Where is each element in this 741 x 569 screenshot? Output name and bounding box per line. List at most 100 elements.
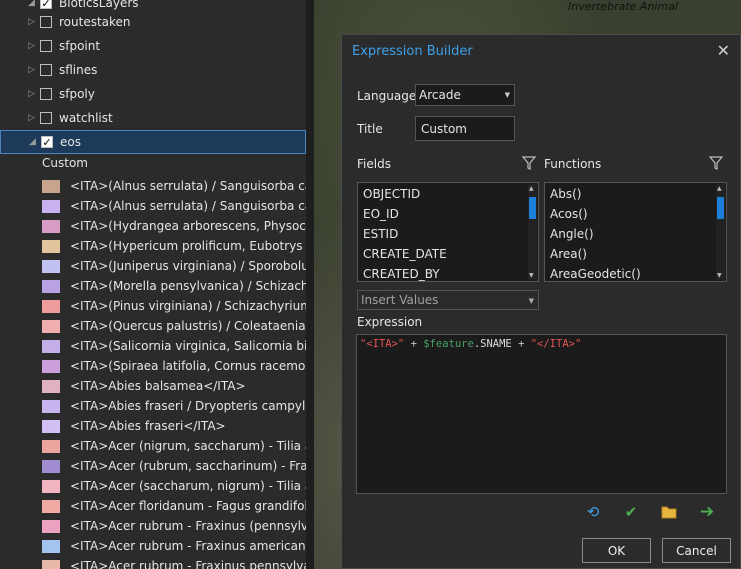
symbol-row[interactable]: <ITA>Acer floridanum - Fagus grandifolia… xyxy=(42,496,306,516)
cancel-button[interactable]: Cancel xyxy=(662,538,731,563)
layer-row[interactable]: ▷ routestaken xyxy=(0,10,306,34)
symbol-row[interactable]: <ITA>(Morella pensylvanica) / Schizachyr… xyxy=(42,276,306,296)
list-item[interactable]: AreaGeodetic() xyxy=(545,264,726,281)
symbol-swatch[interactable] xyxy=(42,479,60,493)
symbol-row[interactable]: <ITA>(Hypericum prolificum, Eubotrys rac… xyxy=(42,236,306,256)
expand-icon[interactable]: ▷ xyxy=(28,17,40,27)
symbol-swatch[interactable] xyxy=(42,559,60,569)
symbol-swatch[interactable] xyxy=(42,239,60,253)
layer-checkbox[interactable] xyxy=(40,112,52,124)
fields-scrollbar[interactable]: ▲ ▼ xyxy=(528,184,537,280)
collapse-icon[interactable]: ◢ xyxy=(29,137,41,147)
layer-row[interactable]: ◢ ✓ eos xyxy=(0,130,306,154)
expression-editor[interactable]: "<ITA>" + $feature.SNAME + "</ITA>" xyxy=(356,334,727,494)
symbol-swatch[interactable] xyxy=(42,219,60,233)
layer-checkbox[interactable] xyxy=(40,16,52,28)
scroll-thumb[interactable] xyxy=(529,197,536,219)
symbol-row[interactable]: <ITA>(Pinus virginiana) / Schizachyrium … xyxy=(42,296,306,316)
symbol-row[interactable]: <ITA>Acer rubrum - Fraxinus americana - … xyxy=(42,536,306,556)
list-item[interactable]: ESTID xyxy=(358,224,538,244)
layer-row[interactable]: ▷ sfpoly xyxy=(0,82,306,106)
collapse-icon[interactable]: ◢ xyxy=(28,0,40,8)
list-item[interactable]: Abs() xyxy=(545,184,726,204)
symbol-row[interactable]: <ITA>Abies balsamea</ITA> xyxy=(42,376,306,396)
scroll-down-icon[interactable]: ▼ xyxy=(717,272,722,279)
layer-checkbox[interactable] xyxy=(40,64,52,76)
symbol-swatch[interactable] xyxy=(42,259,60,273)
expand-icon[interactable]: ▷ xyxy=(28,65,40,75)
expand-icon[interactable]: ▷ xyxy=(28,113,40,123)
list-item[interactable]: Area() xyxy=(545,244,726,264)
language-select[interactable]: Arcade ▼ xyxy=(415,84,515,106)
symbol-row[interactable]: <ITA>Abies fraseri / Dryopteris campylop… xyxy=(42,396,306,416)
symbol-row[interactable]: <ITA>Acer rubrum - Fraxinus (pennsylvani… xyxy=(42,516,306,536)
symbol-label: <ITA>(Morella pensylvanica) / Schizachyr… xyxy=(70,279,306,293)
symbol-row[interactable]: <ITA>(Salicornia virginica, Salicornia b… xyxy=(42,336,306,356)
symbol-label: <ITA>Abies balsamea</ITA> xyxy=(70,379,246,393)
scroll-up-icon[interactable]: ▲ xyxy=(529,185,534,192)
list-item[interactable]: EO_ID xyxy=(358,204,538,224)
symbol-swatch[interactable] xyxy=(42,319,60,333)
scroll-down-icon[interactable]: ▼ xyxy=(529,272,534,279)
run-arrow-icon[interactable]: ➔ xyxy=(697,502,717,522)
symbol-row[interactable]: <ITA>(Hydrangea arborescens, Physocarpus xyxy=(42,216,306,236)
symbol-swatch[interactable] xyxy=(42,279,60,293)
symbol-row[interactable]: <ITA>Abies fraseri</ITA> xyxy=(42,416,306,436)
layer-checkbox[interactable]: ✓ xyxy=(41,136,53,149)
verify-check-icon[interactable]: ✔ xyxy=(621,502,641,522)
symbol-swatch[interactable] xyxy=(42,499,60,513)
layer-checkbox[interactable] xyxy=(40,40,52,52)
ok-button[interactable]: OK xyxy=(582,538,651,563)
symbol-swatch[interactable] xyxy=(42,179,60,193)
title-input[interactable]: Custom xyxy=(415,116,515,141)
symbol-swatch[interactable] xyxy=(42,199,60,213)
symbol-label: <ITA>Acer rubrum - Fraxinus (pennsylvani… xyxy=(70,519,306,533)
layer-checkbox[interactable] xyxy=(40,88,52,100)
symbol-row[interactable]: <ITA>(Juniperus virginiana) / Sporobolus… xyxy=(42,256,306,276)
list-item[interactable]: CREATE_DATE xyxy=(358,244,538,264)
symbol-swatch[interactable] xyxy=(42,299,60,313)
layer-row[interactable]: ▷ sflines xyxy=(0,58,306,82)
functions-list[interactable]: Abs() Acos() Angle() Area() AreaGeodetic() ▲… xyxy=(544,182,727,282)
symbol-row[interactable]: <ITA>Acer (saccharum, nigrum) - Tilia am… xyxy=(42,476,306,496)
filter-icon[interactable] xyxy=(709,156,723,170)
fields-list[interactable]: OBJECTID EO_ID ESTID CREATE_DATE CREATED_BY … xyxy=(357,182,539,282)
symbol-row[interactable]: <ITA>(Alnus serrulata) / Sanguisorba can… xyxy=(42,176,306,196)
symbol-swatch[interactable] xyxy=(42,419,60,433)
symbol-row[interactable]: <ITA>Acer rubrum - Fraxinus pennsylvanic… xyxy=(42,556,306,569)
contents-scrollbar[interactable] xyxy=(306,0,314,569)
symbol-swatch[interactable] xyxy=(42,439,60,453)
symbol-row[interactable]: <ITA>Acer (nigrum, saccharum) - Tilia am… xyxy=(42,436,306,456)
symbol-row[interactable]: <ITA>(Quercus palustris) / Coleataenia r… xyxy=(42,316,306,336)
symbol-row[interactable]: <ITA>(Spiraea latifolia, Cornus racemosa… xyxy=(42,356,306,376)
scroll-up-icon[interactable]: ▲ xyxy=(717,185,722,192)
symbol-swatch[interactable] xyxy=(42,539,60,553)
expand-icon[interactable]: ▷ xyxy=(28,41,40,51)
symbol-row[interactable]: <ITA>Acer (rubrum, saccharinum) - Fraxin… xyxy=(42,456,306,476)
list-item[interactable]: Acos() xyxy=(545,204,726,224)
open-folder-icon[interactable] xyxy=(659,502,679,522)
list-item[interactable]: OBJECTID xyxy=(358,184,538,204)
filter-icon[interactable] xyxy=(522,156,536,170)
functions-scrollbar[interactable]: ▲ ▼ xyxy=(716,184,725,280)
layer-row[interactable]: ▷ watchlist xyxy=(0,106,306,130)
symbol-swatch[interactable] xyxy=(42,359,60,373)
list-item[interactable]: Angle() xyxy=(545,224,726,244)
list-item[interactable]: CREATED_BY xyxy=(358,264,538,281)
symbol-label: <ITA>Abies fraseri / Dryopteris campylop… xyxy=(70,399,306,413)
symbol-swatch[interactable] xyxy=(42,339,60,353)
expand-icon[interactable]: ▷ xyxy=(28,89,40,99)
symbol-swatch[interactable] xyxy=(42,519,60,533)
fields-label: Fields xyxy=(357,157,391,171)
layer-row[interactable]: ▷ sfpoint xyxy=(0,34,306,58)
insert-values-select[interactable]: Insert Values ▼ xyxy=(357,290,539,310)
symbol-swatch[interactable] xyxy=(42,379,60,393)
layer-checkbox[interactable]: ✓ xyxy=(40,0,52,10)
undo-icon[interactable]: ⟲ xyxy=(583,502,603,522)
symbol-swatch[interactable] xyxy=(42,399,60,413)
symbol-swatch[interactable] xyxy=(42,459,60,473)
symbol-row[interactable]: <ITA>(Alnus serrulata) / Sanguisorba can… xyxy=(42,196,306,216)
scroll-thumb[interactable] xyxy=(717,197,724,219)
layer-label: BioticsLayers xyxy=(59,0,139,10)
close-icon[interactable]: ✕ xyxy=(717,41,730,60)
